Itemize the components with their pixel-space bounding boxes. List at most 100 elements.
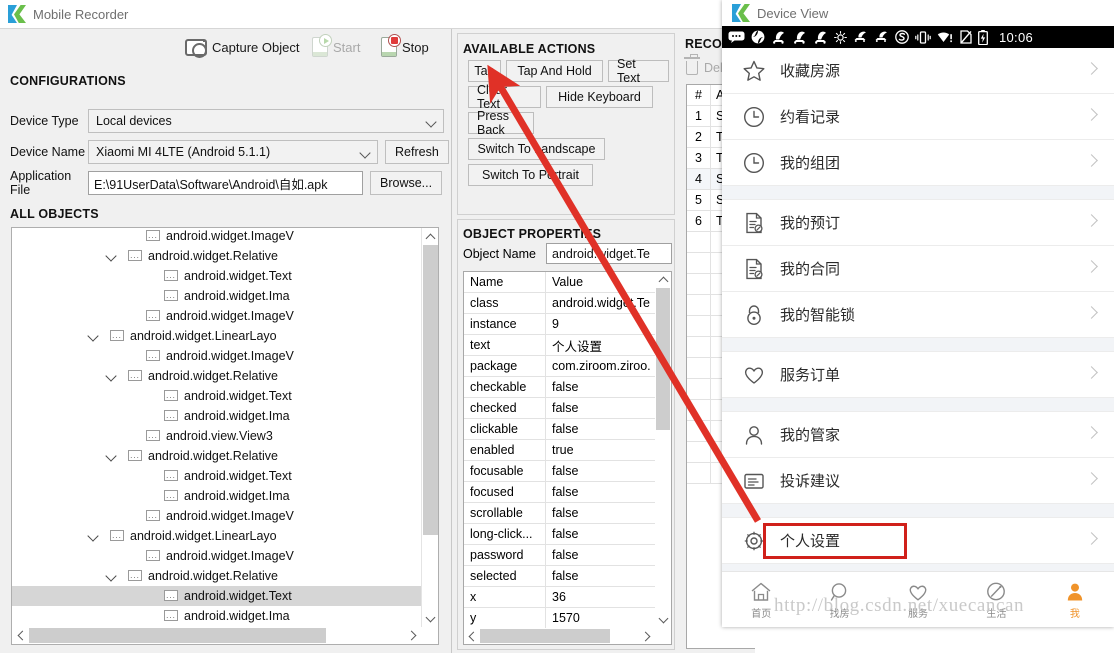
menu-row[interactable]: 我的合同 <box>722 246 1114 292</box>
tree-node[interactable]: ... android.widget.ImageV <box>12 226 421 246</box>
properties-horizontal-scrollbar[interactable] <box>464 628 655 644</box>
tree-node[interactable]: ... android.widget.ImageV <box>12 346 421 366</box>
stop-button[interactable]: Stop <box>381 34 429 59</box>
properties-horizontal-scroll-thumb[interactable] <box>480 629 610 643</box>
widget-icon: ... <box>110 530 124 541</box>
tab-我[interactable]: 我 <box>1036 572 1114 627</box>
switch-to-portrait-action-button[interactable]: Switch To Portrait <box>468 164 593 186</box>
tree-node[interactable]: ... android.widget.Relative <box>12 566 421 586</box>
device-name-select[interactable]: Xiaomi MI 4LTE (Android 5.1.1) <box>88 140 378 164</box>
menu-row[interactable]: 服务订单 <box>722 352 1114 398</box>
tree-node[interactable]: ... android.widget.Relative <box>12 246 421 266</box>
hide-keyboard-action-button[interactable]: Hide Keyboard <box>546 86 653 108</box>
tree-node[interactable]: ... android.widget.Text <box>12 266 421 286</box>
scroll-up-arrow-icon[interactable] <box>655 272 671 288</box>
chevron-down-icon[interactable] <box>106 250 118 262</box>
refresh-button[interactable]: Refresh <box>385 140 449 164</box>
scroll-left-arrow-icon[interactable] <box>12 627 29 644</box>
property-row[interactable]: x 36 <box>464 587 655 608</box>
tree-node[interactable]: ... android.widget.LinearLayo <box>12 526 421 546</box>
clear-text-action-button[interactable]: Clear Text <box>468 83 541 111</box>
scroll-down-arrow-icon[interactable] <box>655 612 671 628</box>
property-row[interactable]: focused false <box>464 482 655 503</box>
property-row[interactable]: class android.widget.Te <box>464 293 655 314</box>
property-row[interactable]: selected false <box>464 566 655 587</box>
tree-node[interactable]: ... android.widget.Relative <box>12 446 421 466</box>
tree-node[interactable]: ... android.widget.ImageV <box>12 506 421 526</box>
personal-settings-row[interactable]: 个人设置 <box>722 518 1114 564</box>
chevron-down-icon[interactable] <box>106 570 118 582</box>
tree-node[interactable]: ... android.widget.Text <box>12 386 421 406</box>
tap-and-hold-action-button[interactable]: Tap And Hold <box>506 60 603 82</box>
tree-node[interactable]: ... android.widget.Ima <box>12 406 421 426</box>
tree-node-label: android.widget.ImageV <box>166 349 294 363</box>
scroll-right-arrow-icon[interactable] <box>639 628 655 644</box>
scroll-left-arrow-icon[interactable] <box>464 628 480 644</box>
clock-icon <box>742 105 766 129</box>
scroll-up-arrow-icon[interactable] <box>422 228 439 245</box>
property-row[interactable]: scrollable false <box>464 503 655 524</box>
browse-button[interactable]: Browse... <box>370 171 443 195</box>
note-icon <box>742 469 766 493</box>
download-icon <box>792 31 807 44</box>
properties-vertical-scroll-thumb[interactable] <box>656 288 670 430</box>
property-row[interactable]: clickable false <box>464 419 655 440</box>
property-row[interactable]: enabled true <box>464 440 655 461</box>
menu-row[interactable]: 我的组团 <box>722 140 1114 186</box>
capture-object-button[interactable]: Capture Object <box>185 35 299 59</box>
tree-node[interactable]: ... android.view.View3 <box>12 426 421 446</box>
tap-action-button[interactable]: Tap <box>468 60 501 82</box>
tree-node[interactable]: ... android.widget.Text <box>12 466 421 486</box>
tree-node[interactable]: ... android.widget.LinearLayo <box>12 326 421 346</box>
recorder-body: Capture Object Start Stop CONFIGURATIONS… <box>0 28 755 653</box>
chevron-down-icon[interactable] <box>106 370 118 382</box>
menu-row[interactable]: 约看记录 <box>722 94 1114 140</box>
vibrate-icon <box>915 30 931 44</box>
tree-node[interactable]: ... android.widget.Text <box>12 586 421 606</box>
property-row[interactable]: package com.ziroom.ziroo. <box>464 356 655 377</box>
chevron-down-icon[interactable] <box>88 330 100 342</box>
tree-node[interactable]: ... android.widget.Ima <box>12 286 421 306</box>
tree-node[interactable]: ... android.widget.ImageV <box>12 546 421 566</box>
tree-node-label: android.widget.Relative <box>148 369 278 383</box>
menu-row[interactable]: 投诉建议 <box>722 458 1114 504</box>
tree-node-label: android.widget.Ima <box>184 489 290 503</box>
property-row[interactable]: checked false <box>464 398 655 419</box>
object-name-input[interactable]: android.widget.Te <box>546 243 672 264</box>
property-row[interactable]: y 1570 <box>464 608 655 628</box>
scroll-down-arrow-icon[interactable] <box>422 610 439 627</box>
menu-row[interactable]: 我的管家 <box>722 412 1114 458</box>
menu-row[interactable]: 我的预订 <box>722 200 1114 246</box>
tree-horizontal-scroll-thumb[interactable] <box>29 628 326 643</box>
tree-node[interactable]: ... android.widget.Relative <box>12 366 421 386</box>
property-row[interactable]: instance 9 <box>464 314 655 335</box>
scroll-right-arrow-icon[interactable] <box>404 627 421 644</box>
application-file-input[interactable]: E:\91UserData\Software\Android\自如.apk <box>88 171 363 195</box>
properties-grid[interactable]: Name Value class android.widget.Te instance 9… <box>463 271 672 645</box>
chevron-down-icon[interactable] <box>106 450 118 462</box>
property-row[interactable]: focusable false <box>464 461 655 482</box>
tree-node[interactable]: ... android.widget.Ima <box>12 606 421 626</box>
property-row[interactable]: long-click... false <box>464 524 655 545</box>
tree-node-label: android.widget.Text <box>184 589 292 603</box>
menu-row[interactable]: 收藏房源 <box>722 48 1114 94</box>
tree-node[interactable]: ... android.widget.Ima <box>12 486 421 506</box>
object-tree[interactable]: ... android.widget.ImageV... android.widge… <box>11 227 439 645</box>
chevron-down-icon[interactable] <box>88 530 100 542</box>
device-type-select[interactable]: Local devices <box>88 109 444 133</box>
tree-vertical-scrollbar[interactable] <box>421 228 438 627</box>
set-text-action-button[interactable]: Set Text <box>608 57 669 85</box>
tree-node[interactable]: ... android.widget.ImageV <box>12 306 421 326</box>
property-row[interactable]: checkable false <box>464 377 655 398</box>
property-row[interactable]: text 个人设置 <box>464 335 655 356</box>
switch-to-landscape-action-button[interactable]: Switch To Landscape <box>468 138 605 160</box>
properties-vertical-scrollbar[interactable] <box>655 272 671 628</box>
start-button[interactable]: Start <box>312 34 360 59</box>
tree-vertical-scroll-thumb[interactable] <box>423 245 438 535</box>
menu-row[interactable]: 我的智能锁 <box>722 292 1114 338</box>
tree-horizontal-scrollbar[interactable] <box>12 627 421 644</box>
chevron-right-icon <box>1085 426 1098 439</box>
press-back-action-button[interactable]: Press Back <box>468 109 534 137</box>
property-row[interactable]: password false <box>464 545 655 566</box>
person-icon <box>1064 580 1086 602</box>
